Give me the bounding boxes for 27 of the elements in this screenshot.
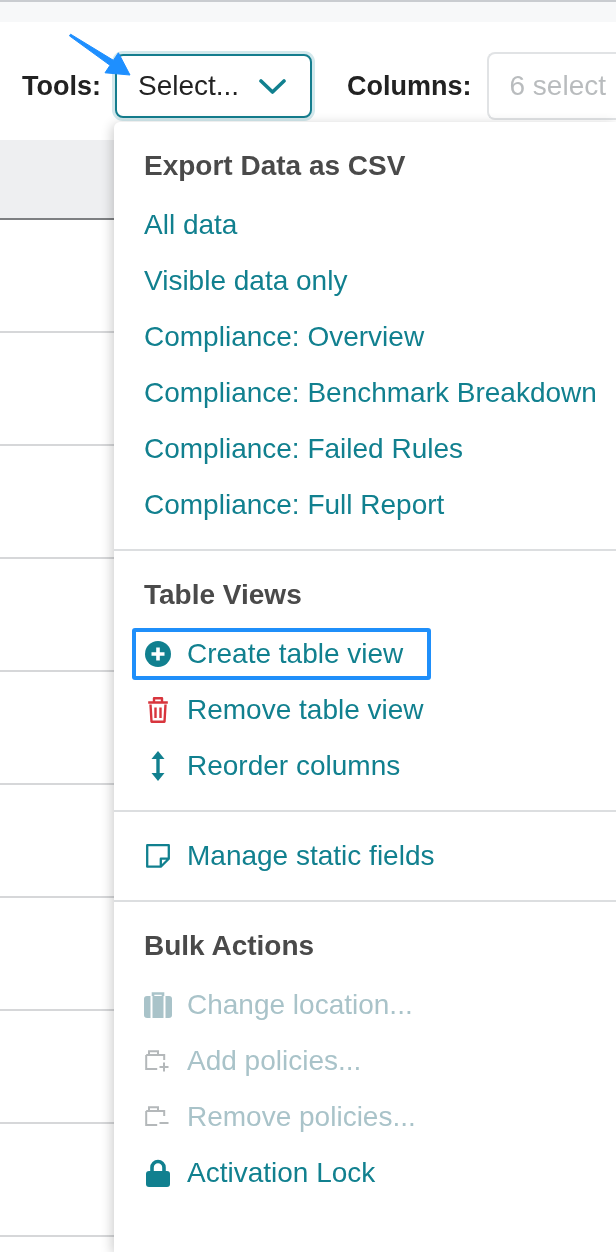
menu-heading: Bulk Actions (143, 929, 316, 963)
columns-label: Columns: (347, 70, 472, 102)
suitcase-icon (144, 992, 172, 1018)
menu-item[interactable]: Remove table view (132, 684, 441, 736)
columns-field[interactable]: 6 select (487, 52, 616, 120)
note-icon (146, 844, 170, 868)
menu-item[interactable]: Manage static fields (132, 830, 452, 882)
menu-item[interactable]: Create table view (132, 628, 432, 680)
menu-heading: Table Views (143, 578, 303, 612)
folder-plus-icon (145, 1050, 171, 1072)
menu-item[interactable]: All data (132, 199, 255, 251)
menu-item[interactable]: Reorder columns (132, 740, 418, 792)
chevron-down-icon (259, 78, 286, 94)
menu-item[interactable]: Activation Lock (132, 1147, 393, 1199)
menu-item[interactable]: Compliance: Overview (132, 311, 442, 363)
lock-icon (146, 1159, 170, 1187)
trash-icon (147, 697, 169, 723)
menu-item[interactable]: Compliance: Benchmark Breakdown (132, 367, 614, 419)
tools-label: Tools: (22, 70, 101, 102)
plus-circle-icon (145, 641, 171, 667)
vertical-arrows-icon (151, 751, 165, 781)
menu-item[interactable]: Compliance: Full Report (132, 479, 462, 531)
menu-heading: Export Data as CSV (143, 149, 407, 183)
tools-select[interactable]: Select... (115, 54, 312, 118)
menu-item[interactable]: Visible data only (132, 255, 365, 307)
folder-minus-icon (145, 1106, 171, 1128)
menu-item[interactable]: Compliance: Failed Rules (132, 423, 481, 475)
